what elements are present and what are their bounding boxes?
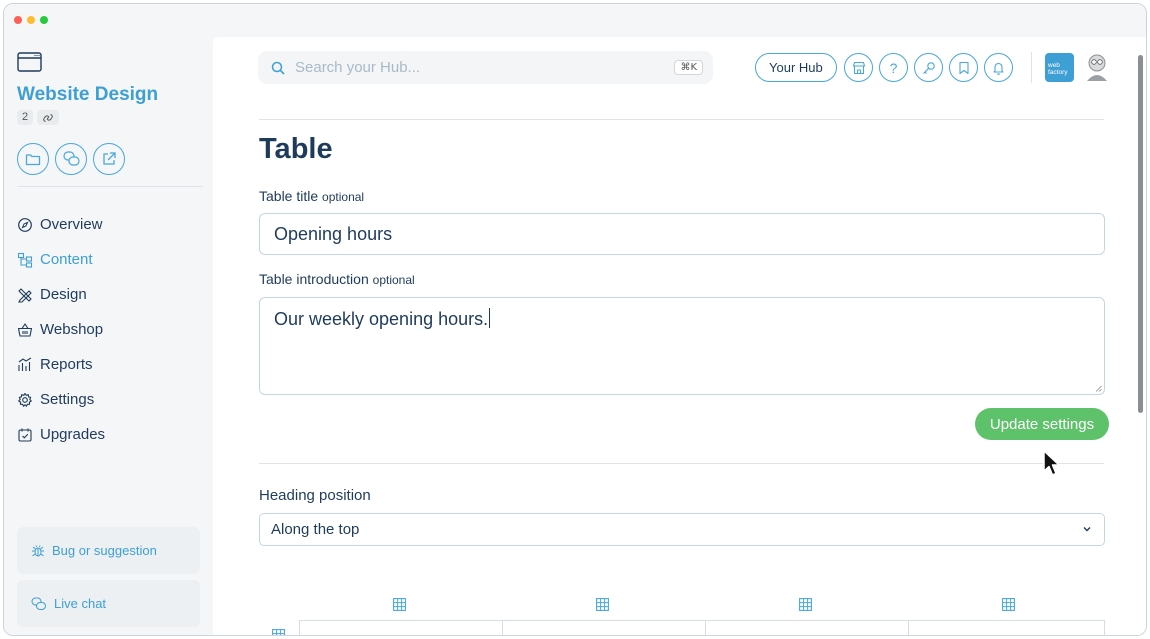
help-button[interactable]: ? [879,53,908,82]
sidebar-item-overview[interactable]: Overview [17,207,105,242]
sidebar-item-label: Overview [40,216,103,233]
bug-report-label: Bug or suggestion [52,543,157,558]
table-preview[interactable] [299,620,1105,635]
key-icon [922,61,935,74]
column-grid-icon[interactable] [799,598,812,611]
title-bar [4,4,1146,37]
row-grid-icon[interactable] [272,629,285,635]
sidebar-item-label: Upgrades [40,426,106,443]
browser-window-icon [17,52,42,72]
sidebar-item-design[interactable]: Design [17,277,105,312]
user-avatar[interactable] [1084,53,1110,82]
bug-report-button[interactable]: Bug or suggestion [17,527,200,574]
store-button[interactable] [844,53,873,82]
app-window: Website Design 2 Overview Content Design… [3,3,1147,636]
optional-hint: optional [372,273,415,287]
search-bar[interactable]: Search your Hub... ⌘K [258,51,713,84]
heading-position-value: Along the top [271,521,360,538]
sidebar-item-upgrades[interactable]: Upgrades [17,417,105,452]
sidebar-item-label: Webshop [40,321,104,338]
mouse-cursor-icon [1043,450,1060,476]
section-divider [259,463,1104,464]
page-title: Table [259,133,333,165]
main-content: Search your Hub... ⌘K Your Hub ? web fac… [213,37,1146,635]
chat-icon [31,597,46,610]
sidebar-item-settings[interactable]: Settings [17,382,105,417]
heading-position-select[interactable]: Along the top [259,513,1105,546]
chat-icon [62,151,80,166]
resize-handle-icon[interactable] [1095,385,1102,392]
gear-icon [18,392,32,407]
table-column-divider [705,621,706,635]
link-icon [43,113,53,122]
pencil-ruler-icon [18,287,32,303]
site-count-badge: 2 [17,110,34,125]
search-shortcut-badge: ⌘K [674,60,703,75]
toolbar-separator [1031,52,1032,83]
compass-icon [18,217,32,232]
bookmark-icon [958,61,969,74]
help-icon: ? [889,59,898,76]
site-actions [17,143,125,175]
optional-hint: optional [322,190,365,204]
bug-icon [32,544,44,556]
table-title-input[interactable]: Opening hours [259,213,1105,255]
folder-icon [25,154,41,166]
sidebar-item-label: Design [40,286,87,303]
site-meta: 2 [17,110,60,125]
folder-button[interactable] [17,143,49,175]
link-badge[interactable] [37,110,60,125]
column-grid-icon[interactable] [393,598,406,611]
top-bar: Search your Hub... ⌘K Your Hub ? web fac… [213,37,1146,99]
sitemap-icon [17,252,33,268]
chevron-down-icon [1083,527,1091,532]
column-grid-icon[interactable] [1002,598,1015,611]
sidebar-item-label: Settings [40,391,95,408]
sidebar-item-webshop[interactable]: Webshop [17,312,105,347]
sidebar-item-reports[interactable]: Reports [17,347,105,382]
sidebar-divider [17,186,203,187]
site-title: Website Design [17,84,159,105]
scrollbar[interactable] [1138,55,1143,413]
heading-position-label: Heading position [259,487,371,504]
search-icon [271,61,285,75]
table-intro-label: Table introduction optional [259,271,415,287]
bookmark-button[interactable] [949,53,978,82]
your-hub-button[interactable]: Your Hub [755,53,837,82]
table-intro-label-text: Table introduction [259,271,369,287]
table-column-divider [502,621,503,635]
calendar-check-icon [18,428,32,442]
update-settings-button[interactable]: Update settings [975,408,1109,440]
sidebar-nav: Overview Content Design Webshop Reports … [17,207,105,452]
maximize-window-button[interactable] [40,16,48,24]
table-intro-textarea[interactable]: Our weekly opening hours. [259,297,1105,395]
table-column-divider [908,621,909,635]
web-factory-logo[interactable]: web factory [1045,53,1074,82]
bell-icon [993,62,1004,75]
table-intro-text: Our weekly opening hours. [274,309,489,329]
column-grid-icon[interactable] [596,598,609,611]
bar-chart-icon [18,357,32,371]
live-chat-button[interactable]: Live chat [17,580,200,627]
table-title-label: Table title optional [259,188,364,204]
sidebar-item-content[interactable]: Content [17,242,105,277]
external-link-icon [103,152,116,165]
header-divider [259,119,1104,120]
notifications-button[interactable] [984,53,1013,82]
external-link-button[interactable] [93,143,125,175]
basket-icon [17,322,33,337]
table-title-label-text: Table title [259,188,319,204]
store-icon [852,61,865,74]
text-caret [489,308,491,328]
chat-button[interactable] [55,143,87,175]
window-controls [14,16,48,24]
minimize-window-button[interactable] [27,16,35,24]
key-button[interactable] [914,53,943,82]
search-input[interactable]: Search your Hub... [295,59,674,76]
sidebar-item-label: Content [40,251,93,268]
live-chat-label: Live chat [54,596,107,611]
sidebar: Website Design 2 Overview Content Design… [4,37,213,635]
sidebar-item-label: Reports [40,356,93,373]
close-window-button[interactable] [14,16,22,24]
